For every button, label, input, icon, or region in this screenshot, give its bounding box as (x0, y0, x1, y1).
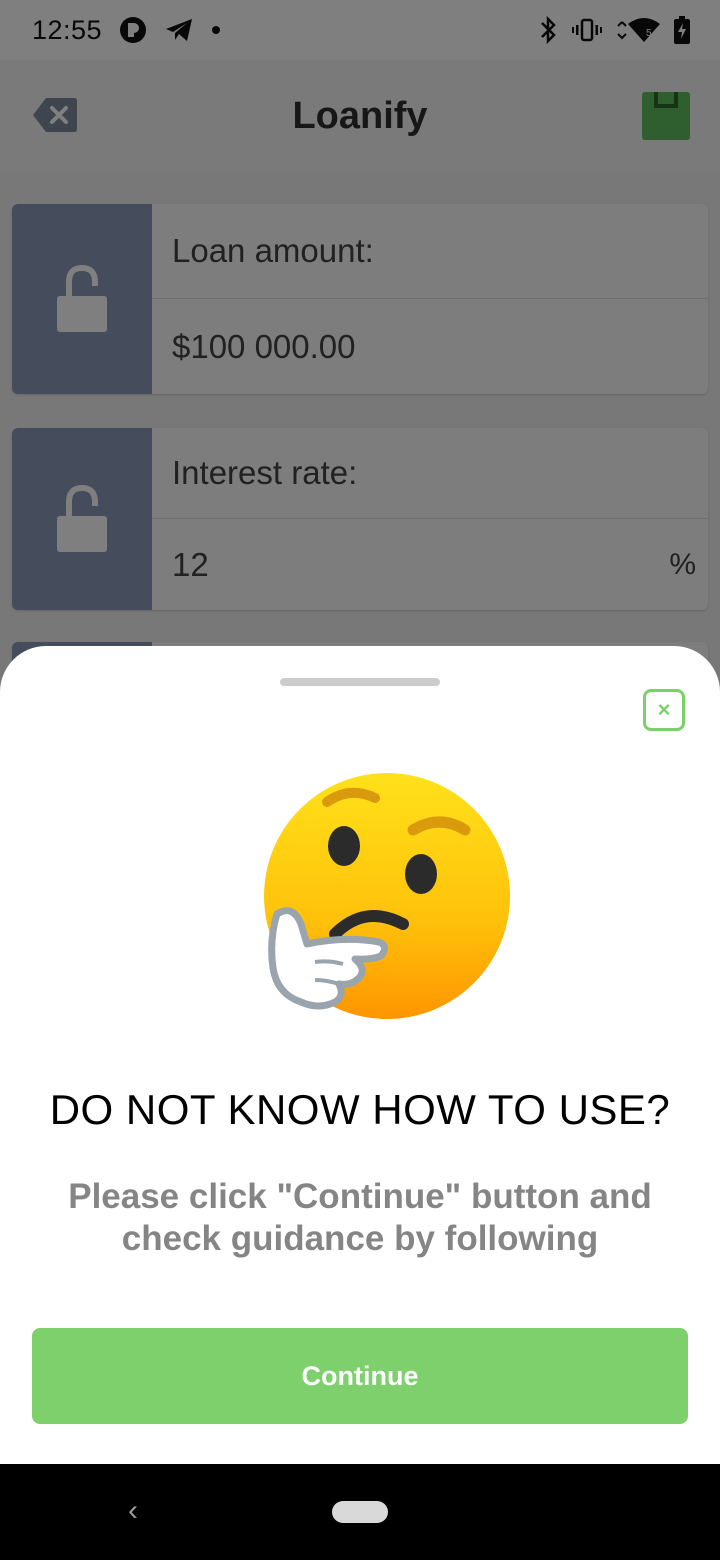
sheet-drag-handle[interactable] (280, 678, 440, 686)
sheet-title: DO NOT KNOW HOW TO USE? (49, 1086, 671, 1133)
thinking-face-icon (255, 764, 525, 1024)
sheet-description: Please click "Continue" button and check… (68, 1177, 652, 1258)
nav-back-icon[interactable]: ‹ (128, 1494, 138, 1528)
help-bottom-sheet: × DO NOT KNOW HOW TO USE? Please click "… (0, 646, 720, 1464)
nav-home-pill[interactable] (332, 1501, 388, 1523)
continue-label: Continue (301, 1360, 419, 1391)
close-button[interactable]: × (643, 689, 685, 731)
close-icon: × (657, 697, 671, 722)
continue-button[interactable]: Continue (32, 1328, 688, 1424)
system-nav-bar: ‹ (0, 1464, 720, 1560)
